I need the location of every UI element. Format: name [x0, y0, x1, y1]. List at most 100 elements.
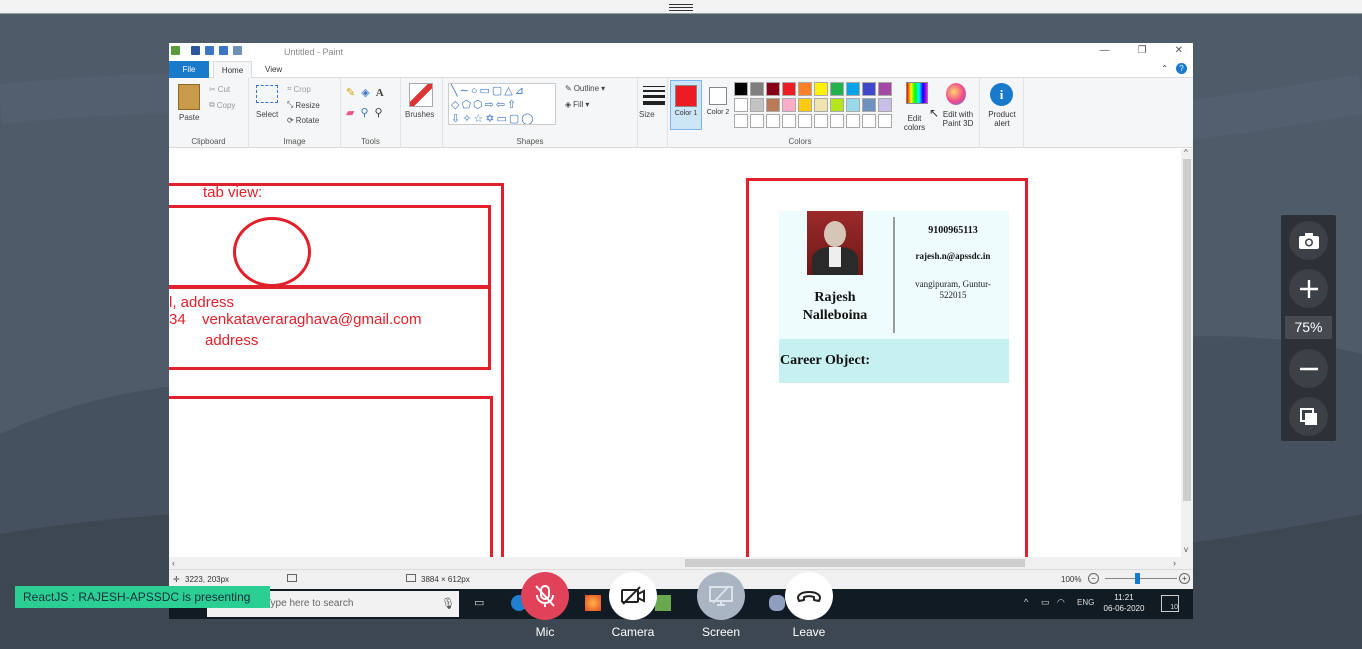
- color-swatch[interactable]: [830, 82, 844, 96]
- color2-button[interactable]: Color 2: [704, 80, 732, 130]
- color-swatch[interactable]: [846, 98, 860, 112]
- edit-colors-button[interactable]: Edit colors: [897, 114, 932, 132]
- color-swatch[interactable]: [878, 82, 892, 96]
- firefox-icon[interactable]: [585, 595, 601, 611]
- chevron-up-icon[interactable]: ⌃: [1161, 64, 1168, 73]
- pencil-icon[interactable]: ✎: [346, 86, 355, 99]
- color-swatch[interactable]: [782, 98, 796, 112]
- custom-color-slot[interactable]: [798, 114, 812, 128]
- paint-taskbar-icon[interactable]: [655, 595, 671, 611]
- product-alert-button[interactable]: Product alert: [980, 110, 1024, 128]
- zoom-in-button[interactable]: [1289, 269, 1328, 308]
- maximize-icon[interactable]: ❐: [1138, 45, 1147, 56]
- help-icon[interactable]: ?: [1176, 63, 1187, 74]
- task-view-icon[interactable]: ▭: [474, 596, 484, 609]
- custom-color-slot[interactable]: [830, 114, 844, 128]
- fill-bucket-icon[interactable]: ◈: [361, 86, 369, 99]
- undo-icon[interactable]: [205, 46, 214, 55]
- screen-button[interactable]: [697, 572, 745, 620]
- camera-snapshot-button[interactable]: [1289, 221, 1328, 260]
- scroll-right-icon[interactable]: ›: [1173, 557, 1176, 569]
- camera-button[interactable]: [609, 572, 657, 620]
- color-swatch[interactable]: [734, 82, 748, 96]
- paste-icon[interactable]: [178, 84, 200, 110]
- color-swatch[interactable]: [766, 82, 780, 96]
- mic-button[interactable]: [521, 572, 569, 620]
- custom-color-slot[interactable]: [846, 114, 860, 128]
- scroll-up-icon[interactable]: ^: [1184, 148, 1188, 157]
- crop-button[interactable]: ⌗ Crop: [287, 84, 311, 94]
- paint-app-taskbar-icon[interactable]: [769, 595, 785, 611]
- color-swatch[interactable]: [814, 82, 828, 96]
- custom-color-slot[interactable]: [734, 114, 748, 128]
- zoom-slider-thumb[interactable]: [1135, 573, 1140, 584]
- text-icon[interactable]: A: [376, 87, 384, 99]
- zoom-in-icon[interactable]: +: [1179, 573, 1190, 584]
- custom-color-slot[interactable]: [878, 114, 892, 128]
- size-icon[interactable]: [643, 86, 665, 105]
- color-swatch[interactable]: [862, 82, 876, 96]
- color-swatch[interactable]: [878, 98, 892, 112]
- resize-button[interactable]: ⤡ Resize: [287, 100, 320, 110]
- select-button[interactable]: Select: [256, 110, 278, 119]
- horizontal-scroll-thumb[interactable]: [685, 559, 1025, 567]
- rotate-button[interactable]: ⟳ Rotate: [287, 116, 319, 125]
- shape-gallery[interactable]: ╲∼○▭▢△⊿ ◇⬠⬡⇨⇦⇧ ⇩✧☆✡▭▢◯: [448, 83, 556, 125]
- color-swatch[interactable]: [830, 98, 844, 112]
- color-picker-icon[interactable]: ⚲: [360, 106, 368, 119]
- size-button[interactable]: Size: [639, 110, 655, 119]
- custom-color-slot[interactable]: [862, 114, 876, 128]
- language[interactable]: ENG: [1077, 598, 1094, 607]
- chevron-up-icon[interactable]: ^: [1024, 597, 1028, 607]
- cut-button[interactable]: ✂ Cut: [209, 85, 230, 94]
- fill-button[interactable]: ◈ Fill ▾: [565, 100, 589, 109]
- edit-paint3d-button[interactable]: Edit with Paint 3D: [936, 110, 980, 128]
- zoom-out-icon[interactable]: −: [1088, 573, 1099, 584]
- color-swatch[interactable]: [750, 82, 764, 96]
- color-swatch[interactable]: [798, 82, 812, 96]
- microphone-icon[interactable]: 🎙: [441, 597, 455, 610]
- scroll-down-icon[interactable]: v: [1184, 545, 1188, 554]
- color-swatch[interactable]: [766, 98, 780, 112]
- edit-colors-icon[interactable]: [906, 82, 928, 104]
- eraser-icon[interactable]: ▰: [346, 106, 354, 119]
- minimize-icon[interactable]: —: [1100, 45, 1110, 56]
- outline-button[interactable]: ✎ Outline ▾: [565, 84, 605, 93]
- tab-view[interactable]: View: [265, 61, 282, 78]
- close-icon[interactable]: ✕: [1175, 45, 1183, 56]
- horizontal-scrollbar[interactable]: ‹ ›: [169, 557, 1193, 569]
- color-swatch[interactable]: [846, 82, 860, 96]
- select-icon[interactable]: [256, 85, 278, 103]
- paint3d-icon[interactable]: [946, 83, 966, 105]
- color-swatch[interactable]: [814, 98, 828, 112]
- paint-canvas[interactable]: tab view: l, address 34 venkataveraragha…: [169, 149, 1181, 568]
- zoom-out-button[interactable]: [1289, 349, 1328, 388]
- color1-button[interactable]: Color 1: [670, 80, 702, 130]
- color-swatch[interactable]: [798, 98, 812, 112]
- save-icon[interactable]: [191, 46, 200, 55]
- color-swatch[interactable]: [734, 98, 748, 112]
- brushes-button[interactable]: Brushes: [405, 110, 434, 119]
- custom-color-slot[interactable]: [750, 114, 764, 128]
- fit-screen-button[interactable]: [1289, 397, 1328, 436]
- info-icon[interactable]: i: [990, 83, 1013, 106]
- customize-icon[interactable]: [233, 46, 242, 55]
- brush-icon[interactable]: [409, 83, 433, 107]
- tab-home[interactable]: Home: [213, 61, 252, 78]
- color-swatch[interactable]: [782, 82, 796, 96]
- custom-color-slot[interactable]: [782, 114, 796, 128]
- scroll-left-icon[interactable]: ‹: [172, 557, 175, 569]
- vertical-scrollbar[interactable]: ^ v: [1181, 148, 1193, 557]
- magnifier-icon[interactable]: ⚲: [375, 106, 383, 119]
- leave-button[interactable]: [785, 572, 833, 620]
- notification-badge[interactable]: 10: [1161, 595, 1179, 612]
- copy-button[interactable]: ⧉ Copy: [209, 100, 235, 110]
- drag-handle-icon[interactable]: [669, 4, 693, 11]
- custom-color-slot[interactable]: [766, 114, 780, 128]
- paste-button[interactable]: Paste: [179, 113, 199, 122]
- zoom-slider[interactable]: [1105, 578, 1177, 579]
- color-swatch[interactable]: [750, 98, 764, 112]
- color-swatch[interactable]: [862, 98, 876, 112]
- clock[interactable]: 11:21 06-06-2020: [1099, 592, 1149, 614]
- vertical-scroll-thumb[interactable]: [1183, 159, 1191, 501]
